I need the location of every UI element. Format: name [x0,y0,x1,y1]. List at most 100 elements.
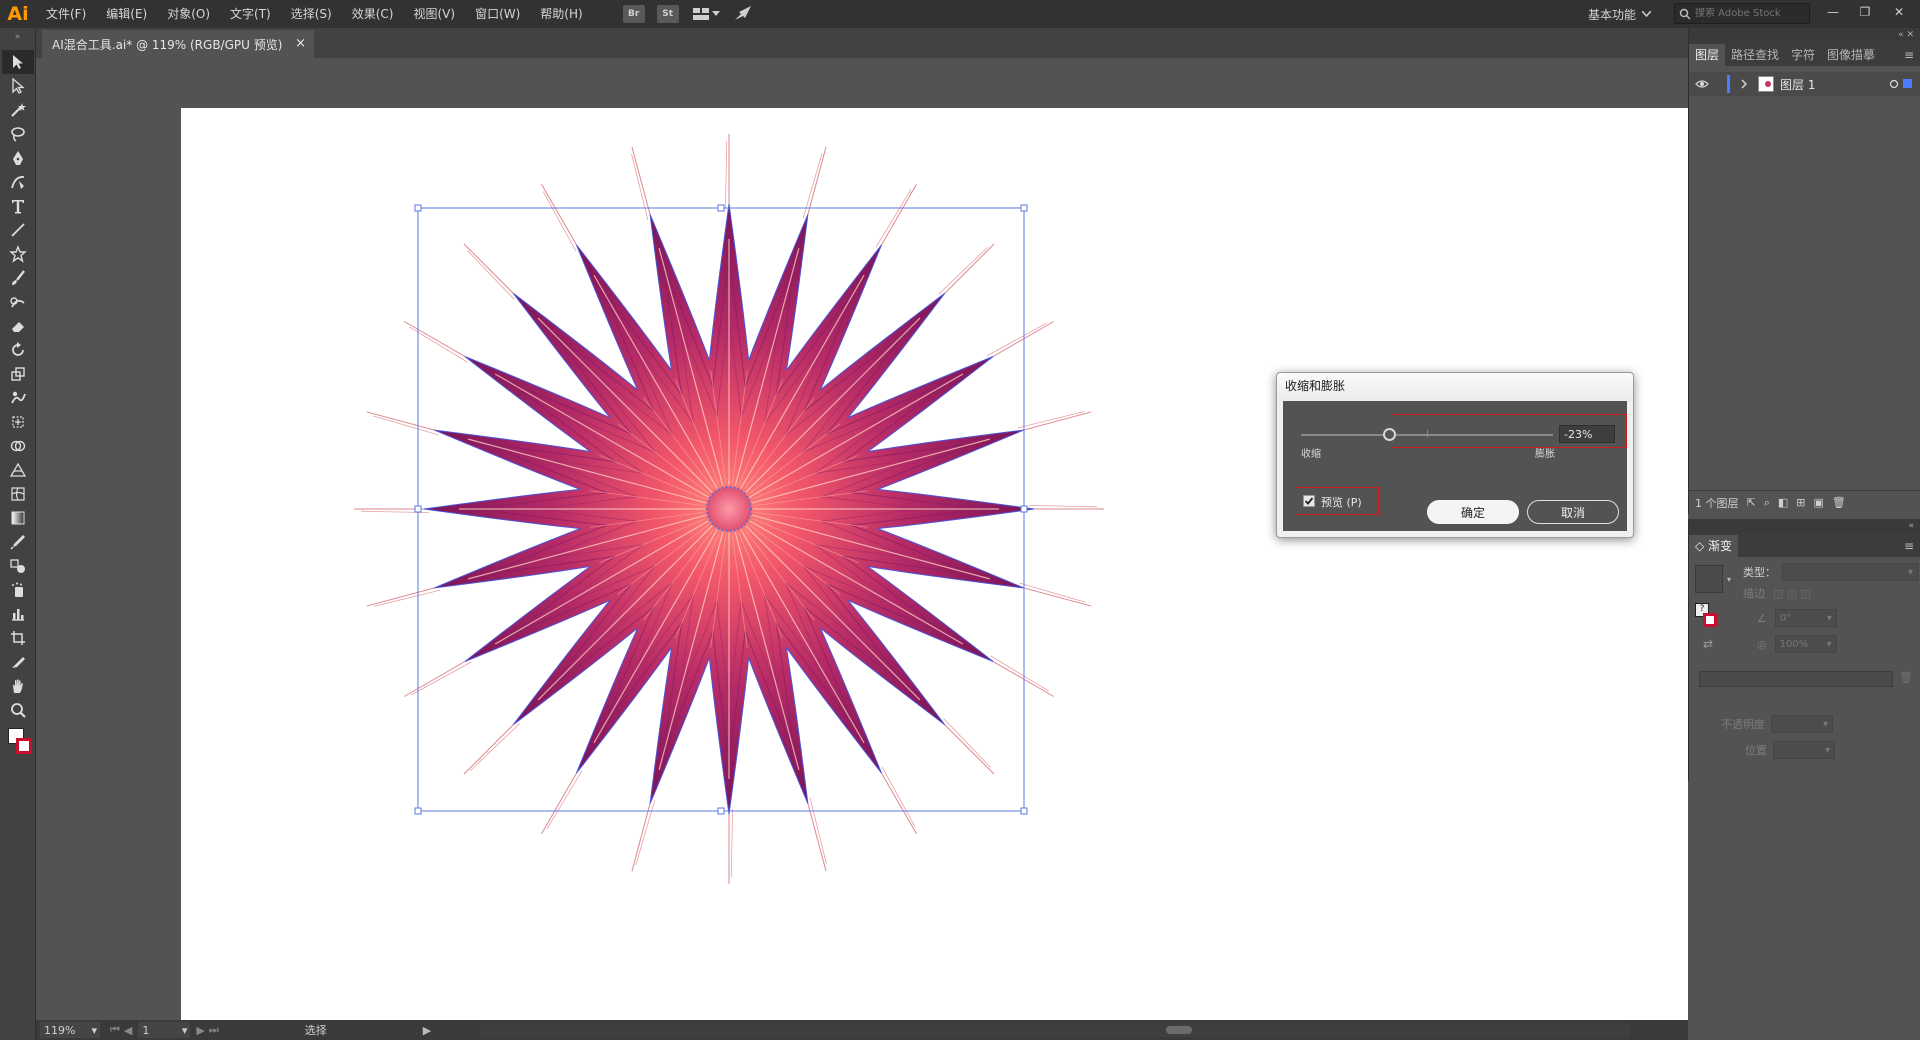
tab-gradient[interactable]: ◇ 渐变 [1689,535,1739,557]
amount-field[interactable] [1559,425,1615,443]
ok-button[interactable]: 确定 [1427,500,1519,524]
menu-help[interactable]: 帮助(H) [530,0,592,28]
fill-stroke-toggle[interactable]: ? [1695,603,1721,629]
eraser-tool[interactable] [2,314,34,338]
panel-menu-icon[interactable]: ≡ [1898,539,1920,557]
scrollbar-thumb[interactable] [1166,1026,1192,1034]
lasso-tool[interactable] [2,122,34,146]
stock-search[interactable] [1674,3,1810,24]
clipping-mask-icon[interactable]: ◧ [1778,496,1788,509]
shaper-tool[interactable] [2,290,34,314]
pen-tool[interactable] [2,146,34,170]
blend-tool[interactable] [2,554,34,578]
perspective-tool[interactable] [2,458,34,482]
horizontal-scrollbar[interactable] [480,1023,1630,1037]
menu-select[interactable]: 选择(S) [281,0,342,28]
stroke-within-icon[interactable]: ◫ ◫ ◫ [1773,587,1811,600]
expand-arrow-icon[interactable] [1740,79,1748,89]
gradient-type-select[interactable]: ▾ [1782,563,1918,581]
arrange-documents-icon[interactable] [692,8,720,20]
warp-tool[interactable] [2,386,34,410]
artboard[interactable] [181,108,1688,1020]
canvas[interactable] [36,58,1688,1020]
panel-collapse-icon[interactable]: « ✕ [1689,28,1920,42]
selection-indicator[interactable] [1903,79,1912,88]
fill-stroke-swatches[interactable] [2,726,34,762]
delete-layer-icon[interactable]: 🗑 [1832,496,1846,509]
menu-view[interactable]: 视图(V) [403,0,465,28]
scale-tool[interactable] [2,362,34,386]
first-artboard-icon[interactable]: ⏮ [110,1023,120,1037]
bridge-icon[interactable]: Br [622,5,645,23]
minimize-icon[interactable]: — [1818,0,1848,24]
preview-checkbox[interactable] [1303,495,1315,507]
zoom-select[interactable]: 119% ▾ [40,1022,100,1038]
shape-builder-tool[interactable] [2,434,34,458]
visibility-eye-icon[interactable] [1695,79,1709,89]
menu-file[interactable]: 文件(F) [36,0,96,28]
aspect-select[interactable]: 100% ▾ [1774,635,1837,653]
status-menu-arrow-icon[interactable]: ▶ [423,1024,431,1037]
menu-effect[interactable]: 效果(C) [342,0,404,28]
symbol-sprayer-tool[interactable] [2,578,34,602]
type-tool[interactable] [2,194,34,218]
menu-object[interactable]: 对象(O) [157,0,220,28]
document-tab[interactable]: AI混合工具.ai* @ 119% (RGB/GPU 预览) × [42,30,314,58]
artboard-number-field[interactable]: 1 ▾ [138,1022,191,1038]
gradient-swatch-arrow[interactable]: ▾ [1727,575,1731,584]
menu-type[interactable]: 文字(T) [220,0,281,28]
delete-stop-icon[interactable]: 🗑 [1899,671,1913,684]
workspace-switcher[interactable]: 基本功能 [1588,4,1652,24]
gpu-performance-icon[interactable] [734,5,752,24]
hand-tool[interactable] [2,674,34,698]
eyedropper-tool[interactable] [2,530,34,554]
close-icon[interactable]: ✕ [1884,0,1914,24]
mesh-tool[interactable] [2,482,34,506]
selection-tool[interactable] [2,50,34,74]
layer-row[interactable]: 图层 1 [1689,72,1920,96]
starburst-artwork[interactable] [181,108,1681,1020]
tab-image-trace[interactable]: 图像描摹 [1821,44,1881,66]
opacity-select[interactable]: ▾ [1771,715,1833,733]
layer-name[interactable]: 图层 1 [1780,76,1815,93]
paintbrush-tool[interactable] [2,266,34,290]
panel-menu-icon[interactable]: ≡ [1898,48,1920,66]
next-artboard-icon[interactable]: ▶ [196,1024,204,1037]
target-circle-icon[interactable] [1889,79,1899,89]
panel-collapse-icon[interactable]: » [0,28,35,50]
stock-icon[interactable]: St [656,5,679,23]
stock-search-input[interactable] [1695,8,1805,19]
line-tool[interactable] [2,218,34,242]
prev-artboard-icon[interactable]: ◀ [124,1024,132,1037]
stroke-swatch[interactable] [16,738,32,754]
rotate-tool[interactable] [2,338,34,362]
preview-label[interactable]: 预览 (P) [1321,494,1362,510]
gradient-slider-bar[interactable] [1699,671,1893,687]
menu-edit[interactable]: 编辑(E) [96,0,157,28]
restore-icon[interactable]: ❐ [1850,0,1880,24]
new-sublayer-icon[interactable]: ⊞ [1796,496,1805,509]
new-layer-icon[interactable]: ▣ [1814,496,1824,509]
star-tool[interactable] [2,242,34,266]
close-tab-icon[interactable]: × [295,36,306,51]
amount-slider-thumb[interactable] [1382,428,1396,441]
free-transform-tool[interactable] [2,410,34,434]
dialog-title[interactable]: 收缩和膨胀 [1277,373,1633,401]
export-icon[interactable]: ⇱ [1747,496,1756,509]
angle-select[interactable]: 0° ▾ [1774,609,1837,627]
cancel-button[interactable]: 取消 [1527,500,1619,524]
menu-window[interactable]: 窗口(W) [465,0,530,28]
location-select[interactable]: ▾ [1773,741,1835,759]
tab-pathfinder[interactable]: 路径查找 [1725,44,1785,66]
graph-tool[interactable] [2,602,34,626]
zoom-tool[interactable] [2,698,34,722]
slice-tool[interactable] [2,650,34,674]
tab-character[interactable]: 字符 [1785,44,1821,66]
magic-wand-tool[interactable] [2,98,34,122]
last-artboard-icon[interactable]: ⏭ [209,1023,219,1037]
curvature-tool[interactable] [2,170,34,194]
gradient-preview-swatch[interactable] [1695,565,1723,593]
tab-layers[interactable]: 图层 [1689,44,1726,66]
artboard-tool[interactable] [2,626,34,650]
reverse-gradient-icon[interactable]: ⇄ [1703,637,1713,651]
